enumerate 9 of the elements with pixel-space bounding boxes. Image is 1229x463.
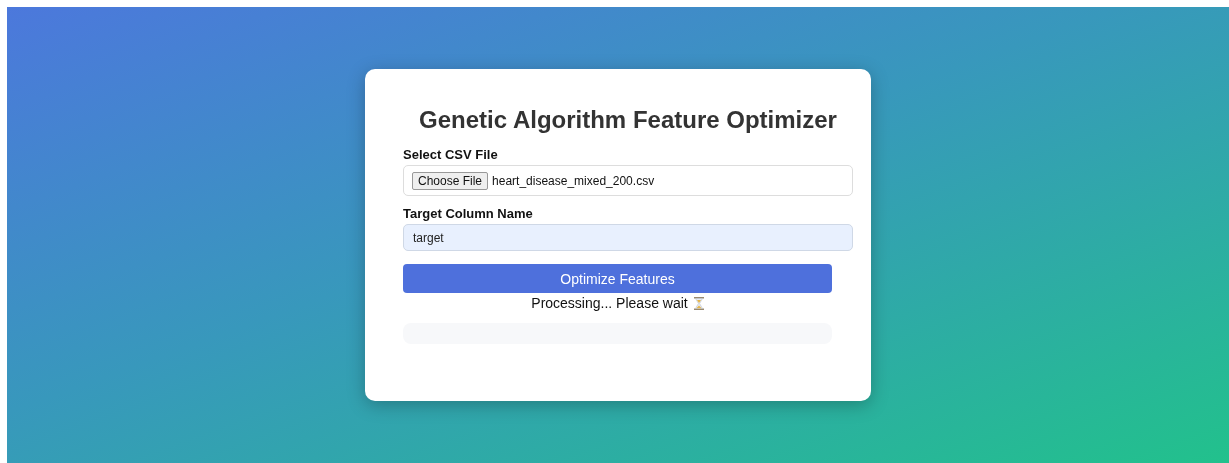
page-title: Genetic Algorithm Feature Optimizer	[418, 107, 838, 133]
choose-file-button[interactable]: Choose File	[412, 171, 489, 190]
file-input-field[interactable]: Choose File heart_disease_mixed_200.csv	[403, 165, 853, 196]
optimize-button[interactable]: Optimize Features	[403, 264, 832, 293]
status-text: Processing... Please wait	[531, 295, 688, 311]
file-name: heart_disease_mixed_200.csv	[492, 173, 655, 188]
field-label: Select CSV File	[403, 147, 498, 162]
target-column-field[interactable]: target	[403, 224, 853, 251]
field-label: Target Column Name	[403, 206, 533, 221]
